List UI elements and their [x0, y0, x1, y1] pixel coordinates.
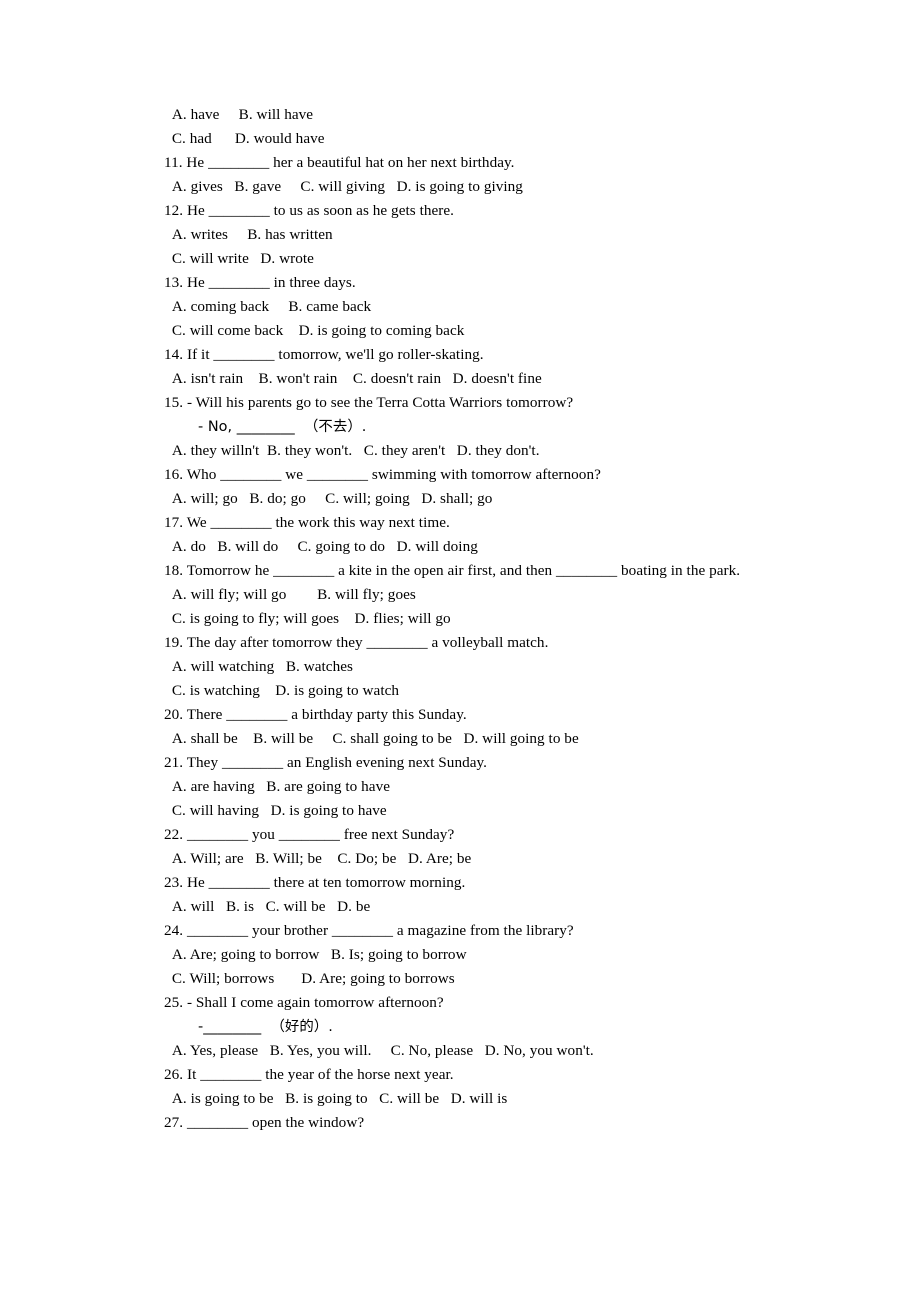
- question-25: 25. - Shall I come again tomorrow aftern…: [164, 994, 444, 1011]
- question-14: 14. If it ________ tomorrow, we'll go ro…: [164, 346, 484, 363]
- option-line: A. have B. will have: [168, 106, 314, 123]
- question-19: 19. The day after tomorrow they ________…: [164, 634, 549, 651]
- option-line: A. will B. is C. will be D. be: [168, 898, 371, 915]
- question-17: 17. We ________ the work this way next t…: [164, 514, 450, 531]
- option-line: A. gives B. gave C. will giving D. is go…: [168, 178, 523, 195]
- question-13: 13. He ________ in three days.: [164, 274, 356, 291]
- question-15: 15. - Will his parents go to see the Ter…: [164, 394, 574, 411]
- question-23: 23. He ________ there at ten tomorrow mo…: [164, 874, 466, 891]
- question-27: 27. ________ open the window?: [164, 1114, 365, 1131]
- option-line: A. they willn't B. they won't. C. they a…: [168, 442, 540, 459]
- option-line: A. will watching B. watches: [168, 658, 353, 675]
- option-line: A. will; go B. do; go C. will; going D. …: [168, 490, 493, 507]
- question-18-part1: 18. Tomorrow he: [164, 562, 274, 579]
- question-18-part2: a kite in the open air first, and then: [334, 562, 557, 579]
- answer-sub-line-25: -________ （好的）.: [198, 1019, 333, 1035]
- question-24: 24. ________ your brother ________ a mag…: [164, 922, 574, 939]
- option-line: C. had D. would have: [168, 130, 325, 147]
- option-line: A. is going to be B. is going to C. will…: [168, 1090, 508, 1107]
- option-line: A. will fly; will go B. will fly; goes: [168, 586, 416, 603]
- question-11: 11. He ________ her a beautiful hat on h…: [164, 154, 515, 171]
- option-line: A. Are; going to borrow B. Is; going to …: [168, 946, 467, 963]
- question-26: 26. It ________ the year of the horse ne…: [164, 1066, 454, 1083]
- option-line: C. is watching D. is going to watch: [168, 682, 400, 699]
- option-line: C. will write D. wrote: [168, 250, 314, 267]
- question-20: 20. There ________ a birthday party this…: [164, 706, 467, 723]
- answer-sub-line-15: - No, ________ （不去）.: [198, 419, 367, 435]
- question-18-part3: boating in the park.: [617, 562, 741, 579]
- question-18-blank-1: ________: [273, 562, 335, 579]
- question-18: 18. Tomorrow he ________ a kite in the o…: [138, 559, 782, 583]
- option-line: A. isn't rain B. won't rain C. doesn't r…: [168, 370, 542, 387]
- option-line: C. will having D. is going to have: [168, 802, 387, 819]
- option-line: A. coming back B. came back: [168, 298, 372, 315]
- option-line: A. do B. will do C. going to do D. will …: [168, 538, 478, 555]
- option-line: A. Will; are B. Will; be C. Do; be D. Ar…: [168, 850, 472, 867]
- worksheet-body: A. have B. will have C. had D. would hav…: [138, 103, 782, 1135]
- option-line: C. will come back D. is going to coming …: [168, 322, 465, 339]
- option-line: A. are having B. are going to have: [168, 778, 391, 795]
- option-line: A. Yes, please B. Yes, you will. C. No, …: [168, 1042, 594, 1059]
- question-16: 16. Who ________ we ________ swimming wi…: [164, 466, 601, 483]
- option-line: A. writes B. has written: [168, 226, 333, 243]
- question-12: 12. He ________ to us as soon as he gets…: [164, 202, 455, 219]
- option-line: C. Will; borrows D. Are; going to borrow…: [168, 970, 455, 987]
- option-line: A. shall be B. will be C. shall going to…: [168, 730, 579, 747]
- question-22: 22. ________ you ________ free next Sund…: [164, 826, 455, 843]
- option-line: C. is going to fly; will goes D. flies; …: [168, 610, 451, 627]
- worksheet-page: A. have B. will have C. had D. would hav…: [0, 0, 920, 1302]
- question-18-blank-2: ________: [556, 562, 618, 579]
- question-21: 21. They ________ an English evening nex…: [164, 754, 488, 771]
